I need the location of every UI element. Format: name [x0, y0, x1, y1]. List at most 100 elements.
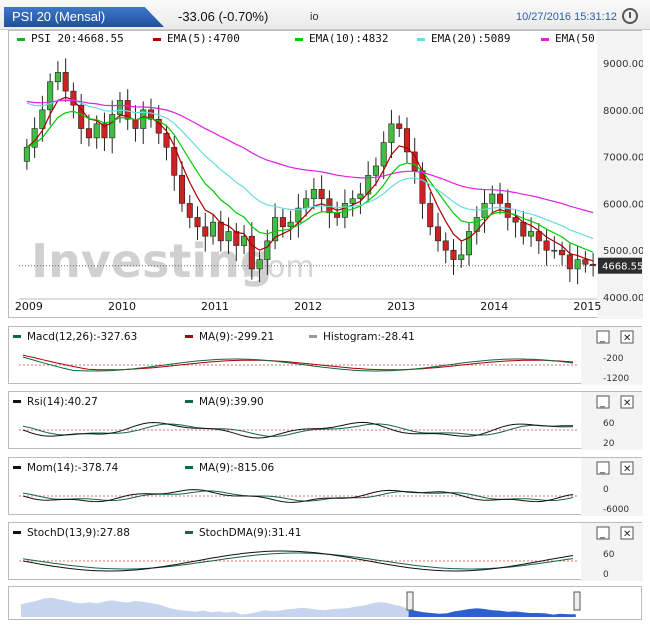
y-tick-label: 6000.00	[603, 199, 643, 210]
chart-header: PSI 20 (Mensal) -33.06 (-0.70%) io 10/27…	[0, 0, 650, 30]
candle	[116, 100, 123, 115]
candle	[520, 221, 527, 237]
legend-swatch	[309, 335, 317, 338]
candle	[349, 198, 356, 204]
candle	[287, 221, 294, 228]
legend-swatch	[185, 335, 193, 338]
candle	[489, 193, 496, 204]
candle	[233, 231, 240, 246]
candle	[551, 249, 558, 252]
y-tick-label: -200	[603, 354, 624, 364]
candle	[217, 221, 224, 242]
legend-label: StochDMA(9):31.41	[199, 527, 301, 539]
ma-line	[22, 354, 574, 371]
candle	[109, 114, 116, 139]
stoch-panel: StochD(13,9):27.88 StochDMA(9):31.41 _ ✕ 60 0	[8, 522, 643, 581]
candle	[543, 240, 550, 251]
x-tick-label: 2011	[201, 300, 229, 313]
timestamp: 10/27/2016 15:31:12	[516, 11, 617, 23]
candle	[186, 203, 193, 218]
main-chart-panel: PSI 20:4668.55 EMA(5):4700 EMA(10):4832 EMA…	[8, 30, 643, 319]
close-icon: ✕	[623, 398, 631, 409]
close-icon: ✕	[623, 529, 631, 540]
ma-line	[22, 552, 574, 570]
legend-swatch	[185, 466, 193, 469]
y-tick-label: 4000.00	[603, 293, 643, 304]
price-change: -33.06 (-0.70%)	[178, 9, 269, 24]
candle	[318, 189, 325, 200]
clock-icon[interactable]	[622, 8, 638, 24]
rsi-panel: Rsi(14):40.27 MA(9):39.90 _ ✕ 60 20	[8, 391, 643, 450]
navigator-right-handle[interactable]	[573, 591, 581, 611]
candle	[528, 231, 535, 237]
io-label: io	[310, 11, 319, 23]
legend-label: MA(9):-299.21	[199, 331, 274, 343]
candle	[85, 128, 92, 139]
candle	[225, 231, 232, 242]
legend-label: MA(9):39.90	[199, 396, 264, 408]
legend-label: Rsi(14):40.27	[27, 396, 98, 408]
candle	[380, 142, 387, 167]
momentum-chart[interactable]: Mom(14):-378.74 MA(9):-815.06 _ ✕ 0 -6000	[9, 458, 643, 516]
symbol-title[interactable]: PSI 20 (Mensal)	[4, 7, 164, 27]
range-navigator[interactable]	[8, 586, 642, 620]
indicator-line	[22, 421, 573, 439]
y-tick-label: 60	[603, 419, 615, 429]
legend-swatch	[13, 466, 21, 469]
candle	[202, 226, 209, 237]
legend-label: Mom(14):-378.74	[27, 462, 119, 474]
candle	[427, 203, 434, 228]
candle	[512, 217, 519, 223]
minimize-icon: _	[599, 463, 606, 474]
rsi-chart[interactable]: Rsi(14):40.27 MA(9):39.90 _ ✕ 60 20	[9, 392, 643, 450]
navigator-left-handle[interactable]	[406, 591, 414, 611]
x-tick-label: 2010	[108, 300, 136, 313]
candle	[62, 72, 69, 92]
legend-swatch	[13, 400, 21, 403]
x-tick-label: 2012	[294, 300, 322, 313]
y-tick-label: 8000.00	[603, 106, 643, 117]
legend-label: MA(9):-815.06	[199, 462, 275, 474]
minimize-icon: _	[599, 332, 606, 343]
candle	[47, 81, 54, 111]
ma-line	[22, 490, 574, 502]
candle	[434, 226, 442, 242]
candle	[497, 193, 504, 204]
y-tick-label: 60	[603, 550, 615, 560]
x-tick-label: 2013	[387, 300, 415, 313]
candle	[248, 235, 255, 270]
x-tick-label: 2014	[480, 300, 508, 313]
candle	[450, 249, 457, 260]
y-tick-label: -1200	[603, 374, 629, 384]
candle	[256, 259, 263, 270]
price-chart[interactable]: Investing.com9000.008000.007000.006000.0…	[9, 31, 643, 319]
indicator-line	[22, 356, 574, 372]
minimize-icon: _	[599, 528, 606, 539]
candle	[388, 123, 395, 143]
candle	[357, 193, 364, 200]
legend-swatch	[185, 531, 193, 534]
y-tick-label: 5000.00	[603, 246, 643, 257]
candle	[396, 123, 403, 129]
x-tick-label: 2015	[573, 300, 601, 313]
legend-swatch	[13, 531, 21, 534]
stochastic-chart[interactable]: StochD(13,9):27.88 StochDMA(9):31.41 _ ✕ 60 0	[9, 523, 643, 581]
candle	[458, 254, 465, 260]
navigator-selected-area	[408, 608, 576, 617]
candle	[566, 254, 573, 270]
y-tick-label: 0	[603, 485, 609, 495]
legend-label: Macd(12,26):-327.63	[27, 331, 137, 343]
navigator-area	[21, 597, 409, 617]
legend-label: StochD(13,9):27.88	[27, 527, 130, 539]
candle	[559, 249, 566, 256]
y-tick-label: -6000	[603, 505, 629, 515]
macd-panel: Macd(12,26):-327.63 MA(9):-299.21 Histogra…	[8, 326, 643, 385]
candle	[178, 175, 186, 204]
macd-chart[interactable]: Macd(12,26):-327.63 MA(9):-299.21 Histogra…	[9, 327, 643, 385]
candle	[54, 72, 61, 83]
candle	[481, 203, 488, 218]
x-tick-label: 2009	[15, 300, 43, 313]
candle	[310, 189, 317, 200]
candle	[465, 231, 473, 256]
candle	[210, 221, 217, 237]
